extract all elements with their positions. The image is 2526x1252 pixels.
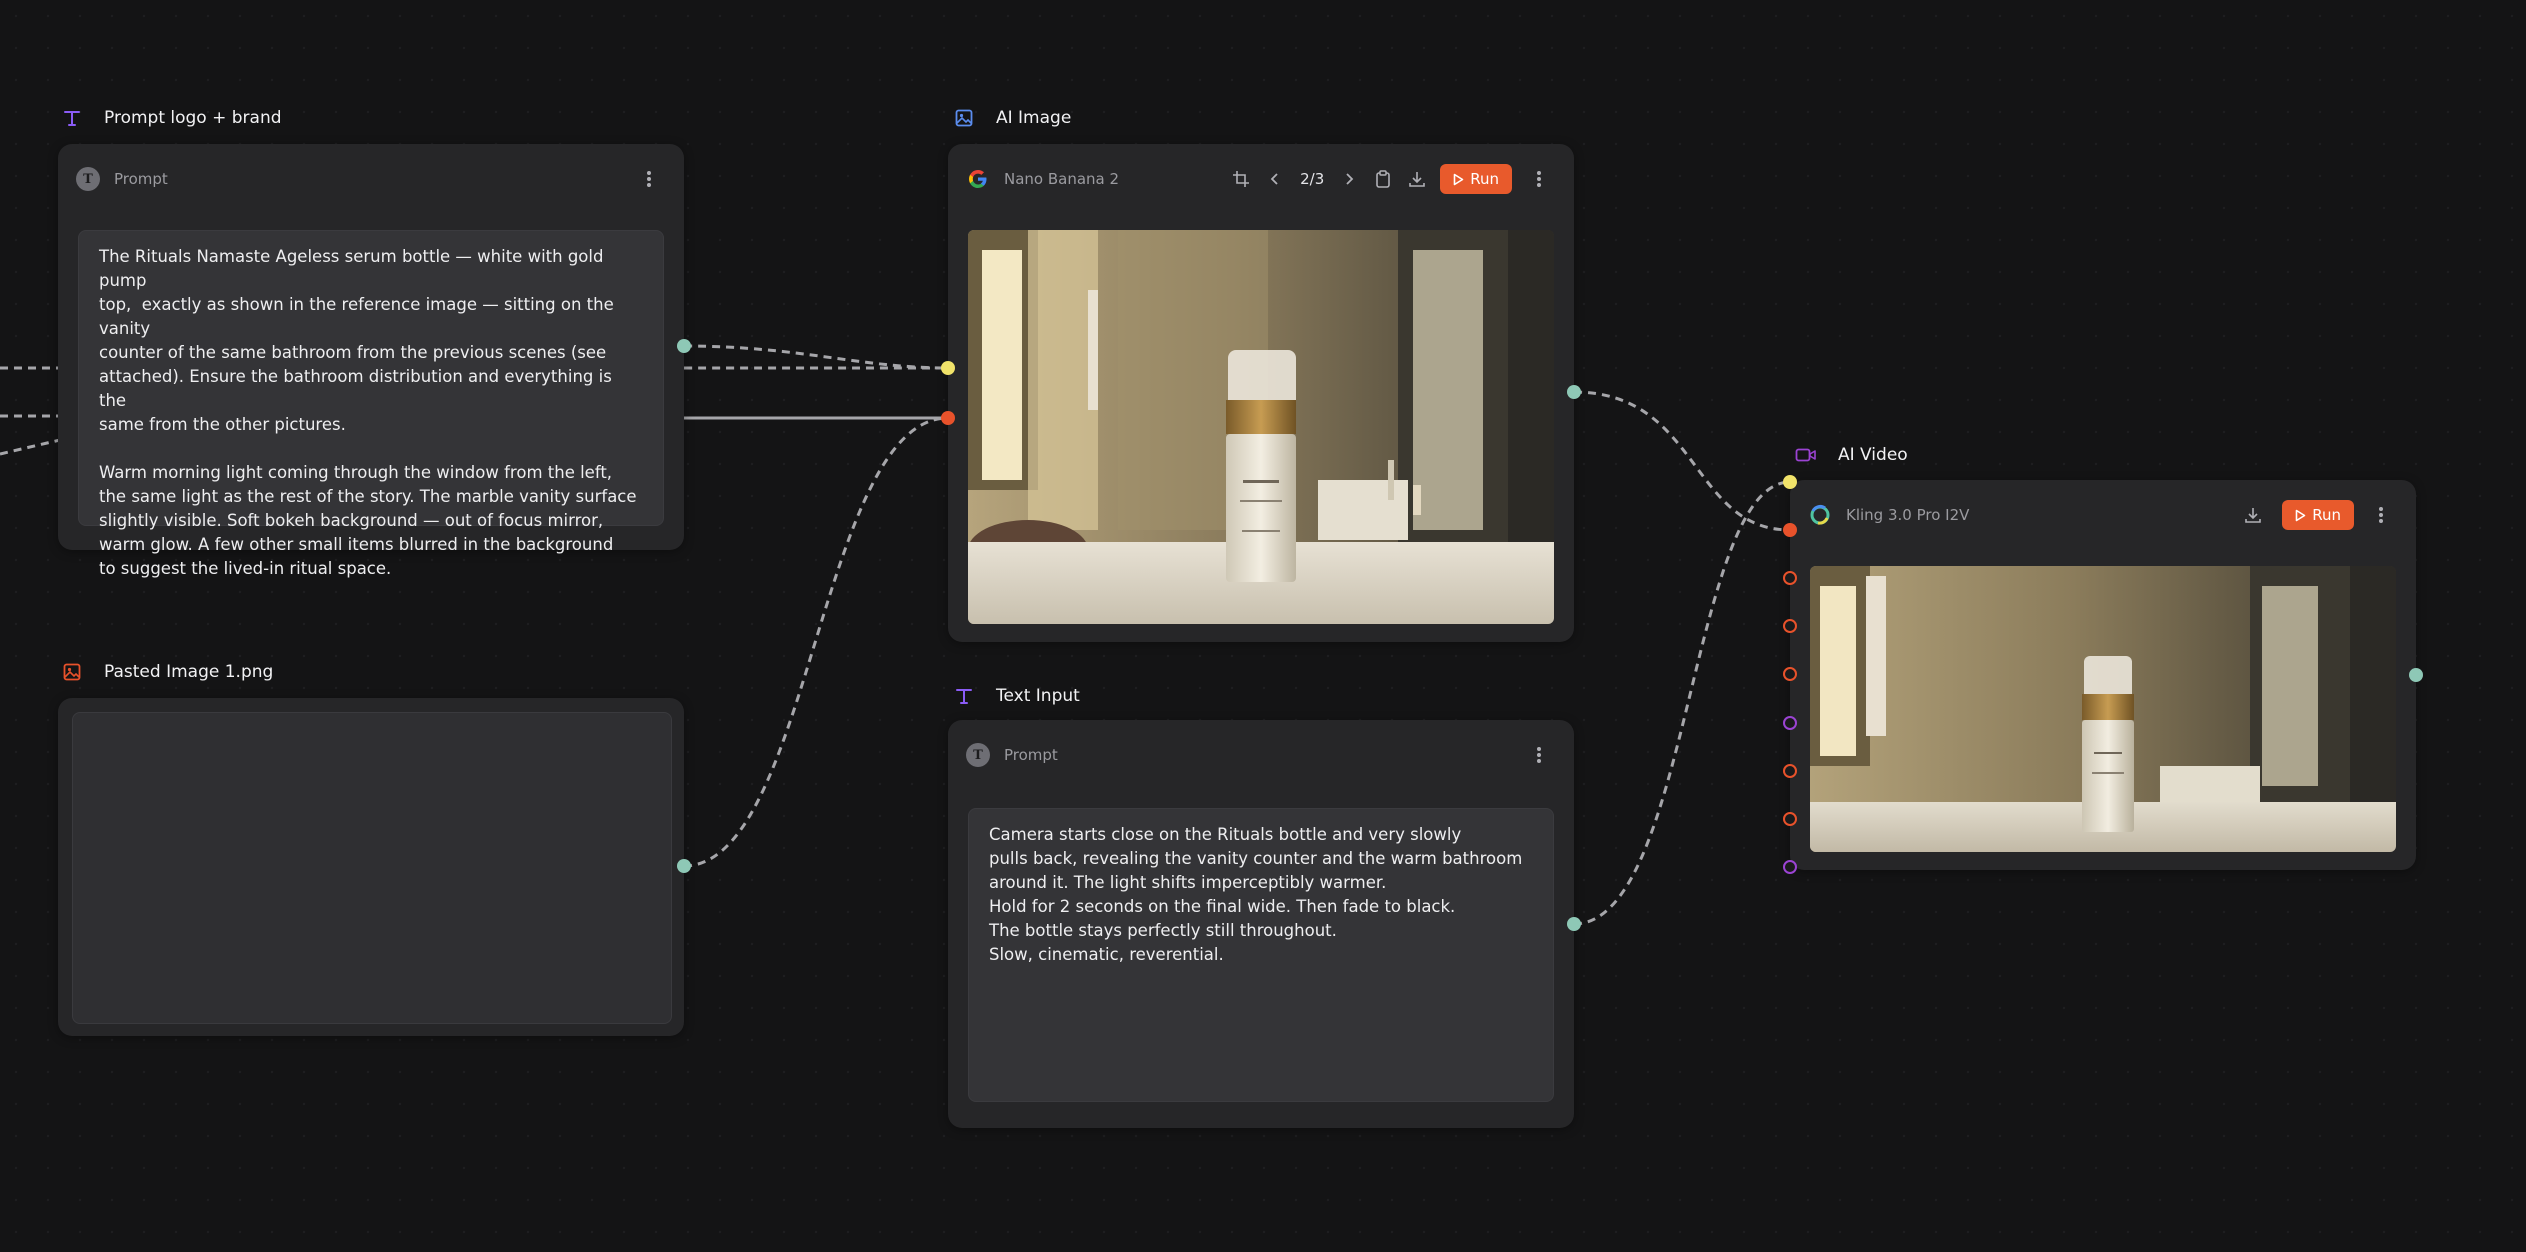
node-title-label: Prompt logo + brand (104, 108, 282, 128)
run-button[interactable]: Run (2282, 500, 2354, 530)
output-port[interactable] (677, 859, 691, 873)
image-placeholder (72, 712, 672, 1024)
node-title-label: AI Video (1838, 445, 1908, 465)
video-preview[interactable] (1810, 566, 2396, 852)
input-port-image[interactable] (1783, 523, 1797, 537)
input-port-image-empty[interactable] (1783, 571, 1797, 585)
run-label: Run (1470, 170, 1499, 188)
more-options-icon[interactable] (1522, 162, 1556, 196)
prompt-avatar-icon: T (966, 743, 990, 767)
download-icon[interactable] (2236, 498, 2270, 532)
header-label: Prompt (1004, 746, 1058, 764)
more-options-icon[interactable] (632, 162, 666, 196)
input-port-video-empty[interactable] (1783, 716, 1797, 730)
kling-icon (1808, 503, 1832, 527)
play-icon (1453, 173, 1464, 185)
google-icon (966, 167, 990, 191)
prompt-logo-card[interactable]: T Prompt The Rituals Namaste Ageless ser… (58, 144, 684, 578)
input-port-text[interactable] (1783, 475, 1797, 489)
download-icon[interactable] (1400, 162, 1434, 196)
output-port[interactable] (1567, 917, 1581, 931)
run-label: Run (2312, 506, 2341, 524)
node-title-ai-image[interactable]: AI Image (952, 106, 1071, 130)
model-name[interactable]: Kling 3.0 Pro I2V (1846, 506, 1969, 524)
prompt-textarea[interactable]: Camera starts close on the Rituals bottl… (968, 808, 1554, 1102)
node-title-label: Pasted Image 1.png (104, 662, 274, 682)
input-port-text[interactable] (941, 361, 955, 375)
wire-offscreen-c (0, 438, 61, 456)
output-port[interactable] (677, 339, 691, 353)
output-port[interactable] (2409, 668, 2423, 682)
text-type-icon (60, 106, 84, 130)
wire-prompt-to-ai-image (683, 344, 949, 370)
generated-image[interactable] (968, 230, 1554, 624)
video-camera-icon (1794, 443, 1818, 467)
input-port-image-empty[interactable] (1783, 764, 1797, 778)
input-port-image-empty[interactable] (1783, 667, 1797, 681)
clipboard-icon[interactable] (1366, 162, 1400, 196)
run-button[interactable]: Run (1440, 164, 1512, 194)
card-header: T Prompt (966, 738, 1556, 772)
text-input-card[interactable]: T Prompt Camera starts close on the Ritu… (948, 720, 1574, 1128)
page-indicator: 2/3 (1300, 170, 1325, 188)
input-port-image-empty[interactable] (1783, 619, 1797, 633)
text-type-icon (952, 684, 976, 708)
input-port-video-empty[interactable] (1783, 860, 1797, 874)
pasted-image-card[interactable] (58, 698, 684, 1036)
prompt-textarea[interactable]: The Rituals Namaste Ageless serum bottle… (78, 230, 664, 578)
card-header: T Prompt (76, 162, 666, 196)
input-port-image-empty[interactable] (1783, 812, 1797, 826)
wire-text-to-video (1573, 480, 1791, 926)
more-options-icon[interactable] (1522, 738, 1556, 772)
play-icon (2295, 509, 2306, 521)
node-title-text-input[interactable]: Text Input (952, 684, 1080, 708)
node-title-label: Text Input (996, 686, 1080, 706)
chevron-right-icon[interactable] (1332, 162, 1366, 196)
node-title-label: AI Image (996, 108, 1072, 128)
ai-video-card[interactable]: Kling 3.0 Pro I2V Run (1790, 480, 2416, 870)
wire-ai-image-to-video (1573, 390, 1791, 532)
ai-image-card[interactable]: Nano Banana 2 2/3 Run (948, 144, 1574, 642)
chevron-left-icon[interactable] (1258, 162, 1292, 196)
image-icon (60, 660, 84, 684)
card-header: Kling 3.0 Pro I2V Run (1808, 498, 2398, 532)
node-title-pasted-image[interactable]: Pasted Image 1.png (60, 660, 273, 684)
image-icon (952, 106, 976, 130)
header-label: Prompt (114, 170, 168, 188)
more-options-icon[interactable] (2364, 498, 2398, 532)
model-name[interactable]: Nano Banana 2 (1004, 170, 1119, 188)
prompt-avatar-icon: T (76, 167, 100, 191)
output-port[interactable] (1567, 385, 1581, 399)
node-title-ai-video[interactable]: AI Video (1794, 443, 1908, 467)
card-header: Nano Banana 2 2/3 Run (966, 162, 1556, 196)
wire-pasted-to-ai-image (683, 416, 949, 868)
input-port-image[interactable] (941, 411, 955, 425)
node-title-prompt-logo[interactable]: Prompt logo + brand (60, 106, 282, 130)
crop-icon[interactable] (1224, 162, 1258, 196)
